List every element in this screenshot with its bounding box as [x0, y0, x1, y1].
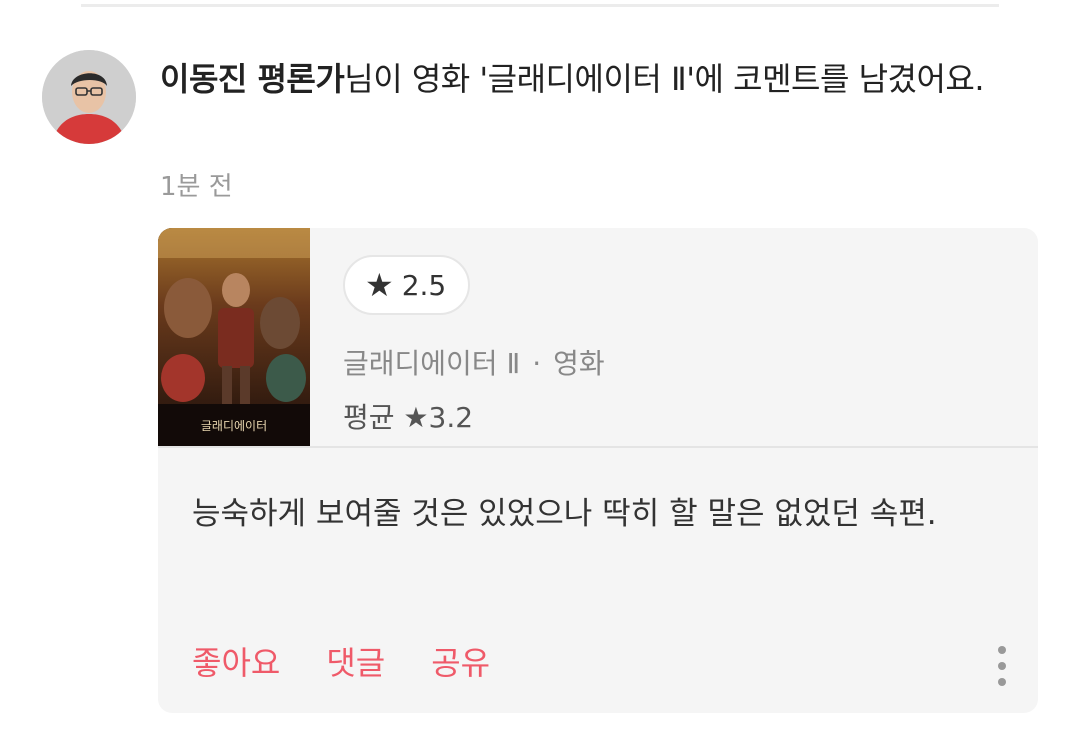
comment-text[interactable]: 능숙하게 보여줄 것은 있었으나 딱히 할 말은 없었던 속편.: [192, 490, 992, 539]
avatar-photo: [42, 50, 136, 144]
user-name-link[interactable]: 이동진 평론가: [160, 60, 345, 98]
average-rating: 평균 ★3.2: [343, 401, 474, 434]
movie-meta[interactable]: 글래디에이터 Ⅱ · 영화: [343, 342, 605, 382]
my-rating-badge: ★ 2.5: [343, 255, 471, 315]
activity-headline: 이동진 평론가님이 영화 '글래디에이터 Ⅱ'에 코멘트를 남겼어요.: [160, 56, 1020, 102]
like-button[interactable]: 좋아요: [192, 638, 280, 684]
movie-poster[interactable]: 글래디에이터: [158, 228, 310, 446]
comment-card[interactable]: 글래디에이터 ★ 2.5 글래디에이터 Ⅱ · 영화 평균 ★3.2 능숙하게 보여…: [158, 228, 1038, 713]
timestamp: 1분 전: [160, 172, 233, 202]
star-icon: ★: [365, 266, 394, 304]
movie-title: 글래디에이터 Ⅱ: [343, 347, 521, 380]
activity-message: 님이 영화 '글래디에이터 Ⅱ'에 코멘트를 남겼어요.: [344, 60, 985, 98]
share-button[interactable]: 공유: [431, 638, 490, 684]
poster-title: 글래디에이터: [201, 419, 267, 433]
avatar[interactable]: [42, 50, 136, 144]
top-divider: [81, 4, 999, 7]
my-rating-value: 2.5: [401, 268, 447, 302]
meta-separator: ·: [532, 347, 542, 380]
action-bar: 좋아요 댓글 공유: [192, 638, 490, 684]
more-options-icon[interactable]: [996, 646, 1008, 686]
card-divider: [158, 446, 1038, 448]
reply-button[interactable]: 댓글: [326, 638, 385, 684]
movie-category: 영화: [553, 347, 605, 380]
